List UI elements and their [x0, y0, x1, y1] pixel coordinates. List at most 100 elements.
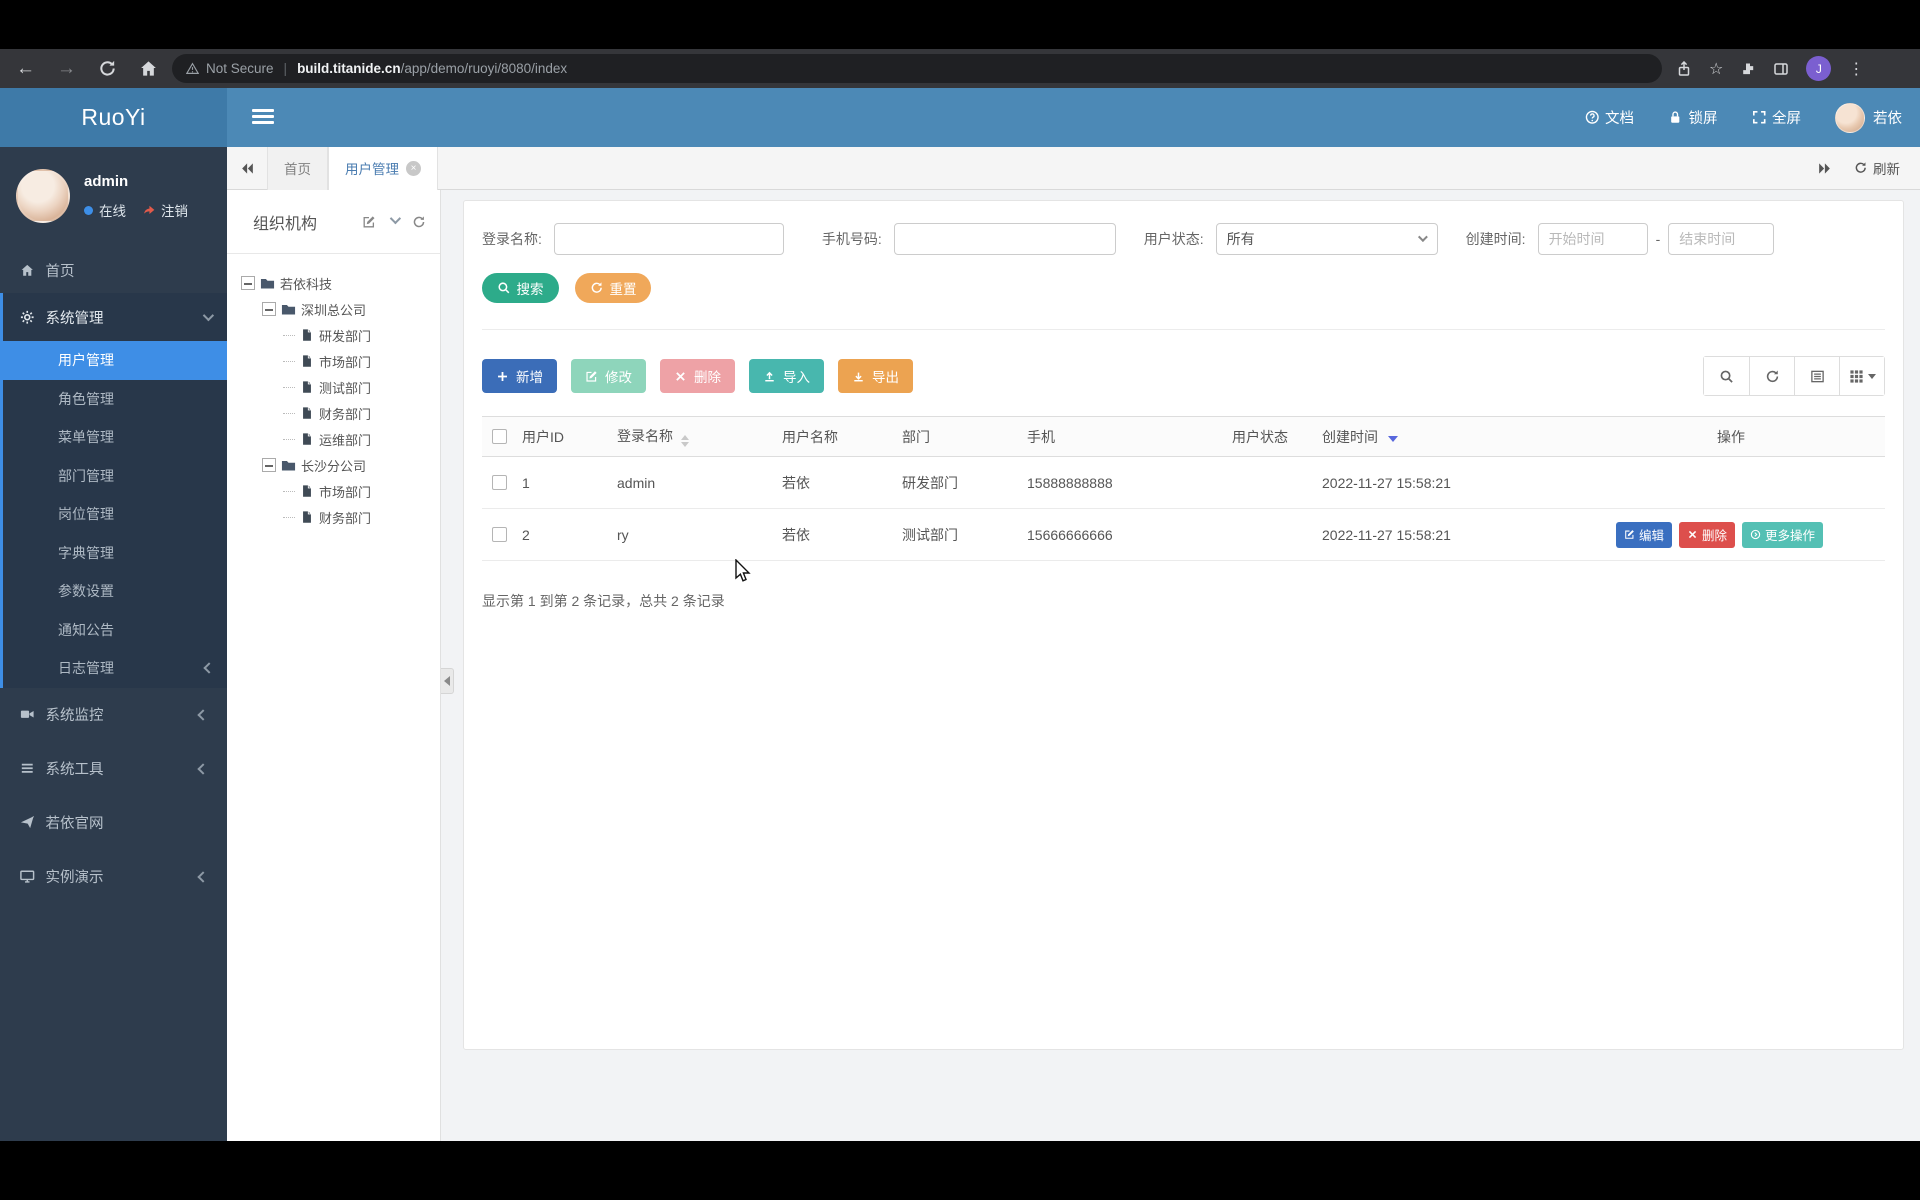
- tree-refresh-icon[interactable]: [412, 215, 426, 229]
- browser-reload-icon[interactable]: [98, 59, 117, 78]
- tabs-scroll-left-icon[interactable]: [227, 161, 267, 176]
- toolbar-导入-button[interactable]: 导入: [749, 359, 824, 393]
- cell-dept: 研发部门: [902, 474, 958, 491]
- bookmark-star-icon[interactable]: ☆: [1709, 59, 1723, 79]
- row-action-编辑-button[interactable]: 编辑: [1615, 521, 1672, 548]
- browser-menu-icon[interactable]: ⋮: [1848, 59, 1864, 79]
- browser-home-icon[interactable]: [139, 59, 158, 78]
- side-panel-icon[interactable]: [1773, 61, 1789, 77]
- sort-both-icon[interactable]: [681, 435, 689, 447]
- sidebar-subitem-菜单管理[interactable]: 菜单管理: [3, 418, 227, 457]
- login-name-input[interactable]: [553, 223, 784, 255]
- sidebar-item-5[interactable]: 实例演示: [0, 850, 227, 904]
- user-name: admin: [84, 173, 129, 190]
- select-all-checkbox[interactable]: [492, 429, 507, 444]
- sidebar-subitem-字典管理[interactable]: 字典管理: [3, 534, 227, 573]
- row-action-删除-button[interactable]: 删除: [1678, 521, 1735, 548]
- toolbar-导出-button[interactable]: 导出: [838, 359, 913, 393]
- logout-link[interactable]: 注销: [142, 200, 188, 220]
- chevron-left-icon: [197, 762, 209, 775]
- sidebar-subitem-角色管理[interactable]: 角色管理: [3, 380, 227, 419]
- toolbar-button-label: 新增: [516, 370, 543, 385]
- sidebar-item-2[interactable]: 系统监控: [0, 688, 227, 742]
- reset-button[interactable]: 重置: [574, 273, 652, 303]
- end-time-input[interactable]: [1668, 223, 1775, 255]
- tree-node-长沙分公司[interactable]: 长沙分公司: [241, 452, 440, 478]
- tree-node-label: 财务部门: [319, 510, 372, 526]
- sidebar-menu: 首页 系统管理 用户管理 角色管理 菜单管理 部门管理 岗位管理 字典管理 参数设置 通知公告 日志…: [0, 247, 227, 904]
- sidebar-subitem-日志管理[interactable]: 日志管理: [3, 649, 227, 688]
- sidebar-item-1[interactable]: 系统管理: [3, 293, 227, 341]
- tabs-scroll-right-icon[interactable]: [1817, 161, 1832, 176]
- tree-node-测试部门[interactable]: 测试部门: [241, 374, 440, 400]
- tree-node-市场部门[interactable]: 市场部门: [241, 478, 440, 504]
- tree-node-财务部门[interactable]: 财务部门: [241, 400, 440, 426]
- toolbar-修改-button[interactable]: 修改: [571, 359, 646, 393]
- tree-node-研发部门[interactable]: 研发部门: [241, 322, 440, 348]
- sidebar-subitem-通知公告[interactable]: 通知公告: [3, 611, 227, 650]
- phone-input[interactable]: [893, 223, 1116, 255]
- user-status-select[interactable]: 所有: [1215, 223, 1438, 255]
- tab-close-icon[interactable]: ×: [406, 160, 421, 176]
- tree-chevron-down-icon[interactable]: [389, 212, 402, 225]
- tree-collapse-box-icon[interactable]: [262, 302, 276, 316]
- navbar-action-1[interactable]: 锁屏: [1668, 107, 1718, 128]
- row-action-更多操作-button[interactable]: 更多操作: [1741, 521, 1823, 548]
- view-tool-grid-columns-button[interactable]: [1839, 357, 1884, 395]
- tree-collapse-box-icon[interactable]: [262, 458, 276, 472]
- gear-icon: [20, 310, 35, 325]
- extensions-puzzle-icon[interactable]: [1740, 61, 1756, 77]
- tab-首页[interactable]: 首页: [267, 146, 328, 190]
- tab-refresh-button[interactable]: 刷新: [1854, 158, 1900, 178]
- sidebar-subitem-用户管理[interactable]: 用户管理: [3, 341, 227, 380]
- tree-collapse-box-icon[interactable]: [241, 276, 255, 290]
- security-label: Not Secure: [206, 61, 274, 76]
- created-time-label: 创建时间:: [1465, 231, 1526, 247]
- toolbar-删除-button[interactable]: 删除: [660, 359, 735, 393]
- browser-forward-icon[interactable]: →: [57, 59, 76, 78]
- url-bar[interactable]: Not Secure | build.titanide.cn/app/demo/…: [172, 54, 1662, 83]
- tree-node-运维部门[interactable]: 运维部门: [241, 426, 440, 452]
- user-avatar[interactable]: [16, 169, 70, 223]
- sidebar-subitem-部门管理[interactable]: 部门管理: [3, 457, 227, 496]
- x-icon: [674, 370, 687, 383]
- search-button[interactable]: 搜索: [482, 273, 559, 303]
- navbar-action-2[interactable]: 全屏: [1752, 107, 1801, 128]
- view-tool-search-button[interactable]: [1704, 357, 1749, 395]
- tree-collapse-handle[interactable]: [441, 668, 454, 694]
- tab-用户管理[interactable]: 用户管理 ×: [328, 146, 438, 190]
- sidebar-subitem-岗位管理[interactable]: 岗位管理: [3, 495, 227, 534]
- toolbar-button-label: 导出: [872, 370, 899, 385]
- column-header-创建时间[interactable]: 创建时间: [1322, 427, 1577, 447]
- tree-edit-icon[interactable]: [362, 215, 376, 229]
- start-time-input[interactable]: [1537, 223, 1648, 255]
- share-icon[interactable]: [1676, 60, 1692, 77]
- view-tool-detail-view-button[interactable]: [1794, 357, 1839, 395]
- sidebar-item-3[interactable]: 系统工具: [0, 742, 227, 796]
- sort-desc-icon[interactable]: [1388, 435, 1398, 442]
- view-tool-refresh-button[interactable]: [1749, 357, 1794, 395]
- download-icon: [852, 370, 865, 383]
- tree-node-财务部门[interactable]: 财务部门: [241, 504, 440, 530]
- tree-node-深圳总公司[interactable]: 深圳总公司: [241, 296, 440, 322]
- browser-back-icon[interactable]: ←: [16, 59, 35, 78]
- sidebar-item-label: 实例演示: [45, 870, 104, 886]
- navbar-user-menu[interactable]: 若依: [1835, 102, 1902, 133]
- sidebar-item-0[interactable]: 首页: [0, 247, 227, 293]
- sidebar-subitem-参数设置[interactable]: 参数设置: [3, 572, 227, 611]
- tree-node-若依科技[interactable]: 若依科技: [241, 270, 440, 296]
- brand-logo[interactable]: RuoYi: [0, 88, 227, 147]
- cell-created-time: 2022-11-27 15:58:21: [1322, 526, 1451, 543]
- tree-node-市场部门[interactable]: 市场部门: [241, 348, 440, 374]
- row-action-label: 删除: [1701, 529, 1727, 543]
- tree-connector: [283, 360, 295, 362]
- row-checkbox[interactable]: [492, 475, 507, 490]
- browser-profile-avatar[interactable]: J: [1806, 56, 1832, 81]
- sidebar-toggle-button[interactable]: [252, 106, 274, 127]
- column-header-登录名称[interactable]: 登录名称: [617, 426, 782, 447]
- navbar-action-0[interactable]: 文档: [1585, 107, 1634, 128]
- chevron-left-icon: [197, 708, 209, 721]
- toolbar-新增-button[interactable]: 新增: [482, 359, 557, 393]
- row-checkbox[interactable]: [492, 527, 507, 542]
- sidebar-item-4[interactable]: 若依官网: [0, 796, 227, 850]
